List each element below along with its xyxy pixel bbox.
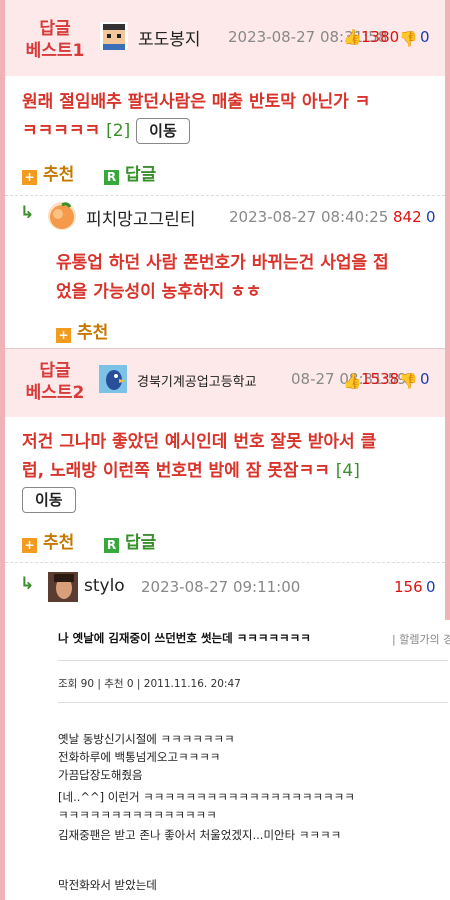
recommend-label: 추천 — [77, 323, 109, 343]
avatar[interactable] — [48, 572, 78, 602]
best-tag-line2: 베스트2 — [25, 383, 85, 403]
nickname[interactable]: 포도봉지 — [138, 25, 201, 50]
thumb-up-icon[interactable]: 👍 — [343, 28, 362, 46]
reply-r-icon: R — [104, 170, 119, 185]
right-border — [445, 0, 450, 620]
pixel-face-icon — [100, 22, 128, 50]
embedded-body-line: 옛날 동방신기시절에 ㅋㅋㅋㅋㅋㅋㅋ — [58, 732, 235, 746]
nickname[interactable]: 경북기계공업고등학교 — [137, 371, 257, 390]
thumb-down-icon[interactable]: 👎 — [399, 372, 418, 390]
embedded-screenshot: 나 옛날에 김재중이 쓰던번호 썻는데 ㅋㅋㅋㅋㅋㅋㅋ | 할렘가의 경 조회 … — [52, 620, 450, 900]
thumb-down-icon[interactable]: 👎 — [399, 30, 418, 48]
reply-arrow-icon: ↳ — [20, 574, 35, 594]
move-button[interactable]: 이동 — [22, 487, 76, 513]
downvote-count: 0 — [420, 28, 430, 46]
best-tag-line1: 답글 — [39, 361, 71, 381]
recommend-label: 추천 — [43, 165, 75, 185]
embedded-body-line: ㅋㅋㅋㅋㅋㅋㅋㅋㅋㅋㅋㅋㅋㅋㅋ — [58, 808, 217, 822]
upvote-count: 1380 — [361, 28, 400, 46]
reply-button[interactable]: R 답글 — [104, 160, 156, 185]
embedded-post-meta: 조회 90 | 추천 0 | 2011.11.16. 20:47 — [58, 678, 241, 690]
best-tag-2: 답글 베스트2 — [18, 360, 92, 404]
recommend-button[interactable]: + 추천 — [22, 528, 74, 553]
embedded-body-line: 전화하루에 백통넘게오고ㅋㅋㅋㅋ — [58, 750, 221, 764]
comment-line2: 었을 가능성이 농후하지 ㅎㅎ — [56, 282, 262, 302]
thumb-up-icon[interactable]: 👍 — [343, 372, 362, 390]
downvote-count: 0 — [426, 208, 436, 226]
nickname[interactable]: 피치망고그린티 — [86, 205, 195, 230]
divider — [58, 702, 448, 703]
best-tag-line1: 답글 — [39, 19, 71, 39]
embedded-body-line: 막전화와서 받았는데 — [58, 878, 157, 892]
nickname[interactable]: stylo — [84, 576, 125, 596]
recommend-button[interactable]: + 추천 — [56, 318, 108, 343]
reply-count: [2] — [106, 121, 131, 141]
avatar[interactable] — [100, 22, 128, 50]
divider — [5, 195, 445, 196]
reply-button[interactable]: R 답글 — [104, 528, 156, 553]
reply-label: 답글 — [125, 533, 157, 553]
embedded-body-line: 가끔답장도해줬음 — [58, 768, 143, 782]
comment-line2: 럽, 노래방 이런쪽 번호면 밤에 잠 못잠ㅋㅋ — [22, 461, 330, 481]
plus-icon: + — [22, 538, 37, 553]
bird-icon — [99, 365, 127, 393]
reply-count: [4] — [335, 461, 360, 481]
portrait-icon — [48, 572, 78, 602]
comment-line2: ㅋㅋㅋㅋㅋ — [22, 121, 101, 141]
comment-line1: 저건 그나마 좋았던 예시인데 번호 잘못 받아서 클 — [22, 432, 377, 452]
embedded-post-author: | 할렘가의 경 — [392, 633, 450, 646]
divider — [5, 562, 445, 563]
peach-icon — [50, 202, 74, 229]
divider — [58, 660, 448, 661]
downvote-count: 0 — [426, 578, 436, 596]
move-button[interactable]: 이동 — [136, 118, 190, 144]
embedded-post-title: 나 옛날에 김재중이 쓰던번호 썻는데 ㅋㅋㅋㅋㅋㅋㅋ — [58, 631, 311, 645]
comment-line1: 원래 절임배추 팔던사람은 매출 반토막 아닌가 ㅋ — [22, 92, 371, 112]
reply-r-icon: R — [104, 538, 119, 553]
downvote-count: 0 — [420, 370, 430, 388]
left-border — [0, 0, 5, 900]
plus-icon: + — [56, 328, 71, 343]
avatar[interactable] — [48, 202, 76, 230]
embedded-body-line: 김재중팬은 받고 존나 좋아서 처울었겠지...미안타 ㅋㅋㅋㅋ — [58, 828, 342, 842]
comment-date: 2023-08-27 09:11:00 — [141, 578, 301, 596]
comment-content: 유통업 하던 사람 폰번호가 바뀌는건 사업을 접 었을 가능성이 농후하지 ㅎ… — [56, 249, 442, 307]
upvote-count: 1538 — [361, 370, 400, 388]
recommend-label: 추천 — [43, 533, 75, 553]
comment-content: 원래 절임배추 팔던사람은 매출 반토막 아닌가 ㅋ ㅋㅋㅋㅋㅋ [2] 이동 — [22, 88, 432, 146]
plus-icon: + — [22, 170, 37, 185]
avatar[interactable] — [99, 365, 127, 393]
upvote-count: 842 — [393, 208, 422, 226]
comment-content: 저건 그나마 좋았던 예시인데 번호 잘못 받아서 클 럽, 노래방 이런쪽 번… — [22, 428, 442, 515]
comment-line1: 유통업 하던 사람 폰번호가 바뀌는건 사업을 접 — [56, 253, 389, 273]
embedded-body-line: [네..^^] 이런거 ㅋㅋㅋㅋㅋㅋㅋㅋㅋㅋㅋㅋㅋㅋㅋㅋㅋㅋㅋㅋ — [58, 790, 355, 804]
comment-date: 2023-08-27 08:40:25 — [229, 208, 389, 226]
best-tag-1: 답글 베스트1 — [18, 18, 92, 62]
upvote-count: 156 — [394, 578, 423, 596]
reply-label: 답글 — [125, 165, 157, 185]
best-tag-line2: 베스트1 — [25, 41, 85, 61]
comment-list: 답글 베스트1 포도봉지 2023-08-27 08:31:58 👍 1380 … — [0, 0, 450, 900]
recommend-button[interactable]: + 추천 — [22, 160, 74, 185]
reply-arrow-icon: ↳ — [20, 203, 35, 223]
